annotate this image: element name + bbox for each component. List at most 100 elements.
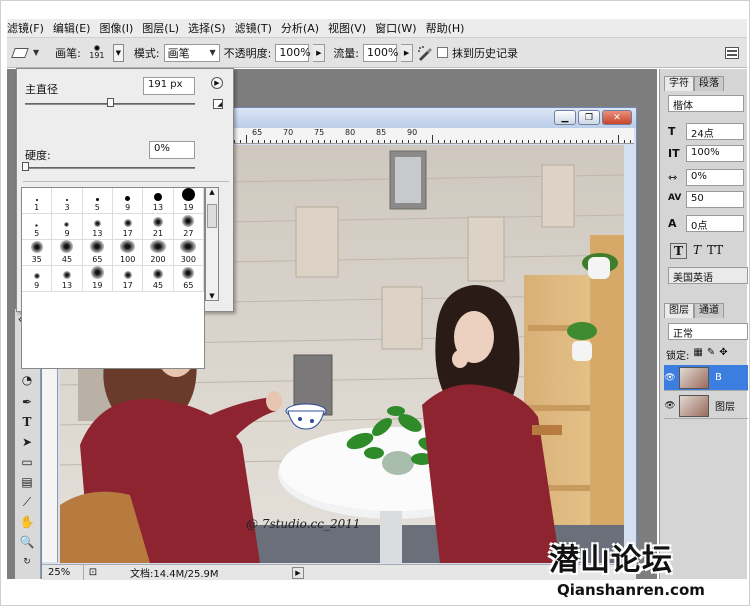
preset-scrollbar[interactable]: ▲ ▼ (205, 187, 219, 301)
tool-preset-arrow-icon[interactable]: ▼ (33, 48, 39, 57)
eyedropper-icon[interactable]: ⟋ (18, 493, 36, 511)
new-preset-icon[interactable]: ◢ (213, 99, 223, 109)
brush-preset[interactable]: 3 (52, 188, 83, 214)
scroll-down-icon[interactable]: ▼ (206, 292, 218, 300)
pen-tool-icon[interactable]: ✒ (18, 393, 36, 411)
brush-preset[interactable]: 100 (113, 240, 144, 266)
notes-tool-icon[interactable]: ▤ (18, 473, 36, 491)
brush-picker-button[interactable]: ▼ (112, 43, 124, 62)
brush-preset[interactable]: 21 (143, 214, 174, 240)
opacity-field[interactable]: 100% (275, 43, 311, 62)
diameter-slider-thumb[interactable] (107, 98, 114, 107)
brush-preset[interactable]: 65 (173, 266, 204, 292)
brush-preset[interactable]: 13 (143, 188, 174, 214)
brush-preset[interactable]: 45 (143, 266, 174, 292)
layer-row[interactable]: 👁 图层 (664, 393, 748, 419)
menu-item[interactable]: 视图(V) (328, 20, 366, 36)
ruler-tick (444, 140, 445, 143)
brush-preset[interactable]: 9 (113, 188, 144, 214)
swap-colors-icon[interactable]: ↻ (18, 553, 36, 571)
brush-preset[interactable]: 19 (173, 188, 204, 214)
ruler-tick (432, 135, 433, 143)
menu-item[interactable]: 图层(L) (142, 20, 179, 36)
brush-preset[interactable]: 65 (82, 240, 113, 266)
zoom-preview-icon[interactable]: ⊡ (84, 567, 102, 578)
hand-tool-icon[interactable]: ✋ (18, 513, 36, 531)
mode-select[interactable]: 画笔 ▼ (163, 43, 220, 62)
font-family-field[interactable]: 楷体 (668, 95, 744, 112)
lock-transparent-icon[interactable]: ▦ (693, 347, 702, 362)
scroll-thumb[interactable] (207, 204, 217, 228)
close-button[interactable]: ✕ (602, 110, 632, 125)
menu-item[interactable]: 分析(A) (281, 20, 319, 36)
path-selection-icon[interactable]: ➤ (18, 433, 36, 451)
language-select[interactable]: 美国英语 (668, 267, 748, 284)
scroll-up-icon[interactable]: ▲ (206, 188, 218, 196)
lock-paint-icon[interactable]: ✎ (707, 347, 715, 362)
restore-button[interactable]: ❐ (578, 110, 600, 125)
opacity-arrow-button[interactable]: ▶ (313, 43, 326, 62)
tab-character[interactable]: 字符 (664, 76, 694, 91)
brush-preset[interactable]: 13 (52, 266, 83, 292)
brush-preset[interactable]: 200 (143, 240, 174, 266)
tracking-icon: ⇿ (668, 171, 678, 184)
all-caps-button[interactable]: TT (707, 243, 723, 259)
menu-item[interactable]: 图像(I) (99, 20, 133, 36)
vertical-scale-field[interactable]: 100% (686, 145, 744, 162)
menu-item[interactable]: 编辑(E) (53, 20, 91, 36)
menu-item[interactable]: 帮助(H) (426, 20, 465, 36)
brush-preset[interactable]: 5 (22, 214, 53, 240)
brush-preset[interactable]: 45 (52, 240, 83, 266)
airbrush-icon[interactable] (417, 45, 433, 61)
brush-preset[interactable]: 9 (52, 214, 83, 240)
brush-preset[interactable]: 1 (22, 188, 53, 214)
tab-layers[interactable]: 图层 (664, 303, 694, 318)
brush-preset[interactable]: 9 (22, 266, 53, 292)
eraser-icon[interactable] (11, 47, 29, 58)
faux-italic-button[interactable]: T (693, 243, 701, 259)
hardness-slider-thumb[interactable] (22, 162, 29, 171)
popup-menu-arrow-icon[interactable]: ▶ (211, 77, 223, 89)
brush-preset[interactable]: 300 (173, 240, 204, 266)
layer-row[interactable]: 👁 B (664, 365, 748, 391)
dodge-tool-icon[interactable]: ◔ (18, 371, 36, 389)
eye-icon[interactable]: 👁 (664, 372, 676, 384)
tab-paragraph[interactable]: 段落 (694, 76, 724, 91)
history-checkbox[interactable] (437, 47, 449, 58)
rectangle-tool-icon[interactable]: ▭ (18, 453, 36, 471)
brush-preset[interactable]: 5 (82, 188, 113, 214)
menu-item[interactable]: 窗口(W) (375, 20, 416, 36)
brush-preview[interactable]: 191 (85, 41, 109, 65)
tracking-field[interactable]: 0% (686, 169, 744, 186)
tab-channels[interactable]: 通道 (694, 303, 724, 318)
hardness-slider-track[interactable] (25, 167, 195, 169)
faux-bold-button[interactable]: T (670, 243, 687, 259)
menu-item[interactable]: 滤镜(T) (235, 20, 272, 36)
brush-preset[interactable]: 27 (173, 214, 204, 240)
brush-preset[interactable]: 19 (82, 266, 113, 292)
zoom-tool-icon[interactable]: 🔍 (18, 533, 36, 551)
palette-well-icon[interactable] (725, 46, 739, 59)
ruler-tick (630, 140, 631, 143)
menu-item[interactable]: 选择(S) (188, 20, 226, 36)
zoom-level[interactable]: 25% (42, 565, 84, 580)
flow-arrow-button[interactable]: ▶ (401, 43, 414, 62)
hardness-field[interactable]: 0% (149, 141, 195, 159)
status-menu-arrow[interactable]: ▶ (292, 566, 304, 579)
brush-preset[interactable]: 17 (113, 214, 144, 240)
minimize-button[interactable]: ▁ (554, 110, 576, 125)
font-size-field[interactable]: 24点 (686, 123, 744, 140)
brush-preset[interactable]: 17 (113, 266, 144, 292)
eye-icon[interactable]: 👁 (664, 400, 676, 412)
type-tool-icon[interactable]: T (18, 413, 36, 431)
diameter-field[interactable]: 191 px (143, 77, 195, 95)
menu-item[interactable]: 滤镜(F) (7, 20, 44, 36)
kerning-field[interactable]: 50 (686, 191, 744, 208)
brush-preset[interactable]: 13 (82, 214, 113, 240)
brush-preset[interactable]: 35 (22, 240, 53, 266)
chevron-down-icon: ▼ (209, 48, 216, 57)
baseline-field[interactable]: 0点 (686, 215, 744, 232)
flow-field[interactable]: 100% (363, 43, 398, 62)
blend-mode-select[interactable]: 正常 (668, 323, 748, 340)
lock-move-icon[interactable]: ✥ (719, 347, 727, 362)
